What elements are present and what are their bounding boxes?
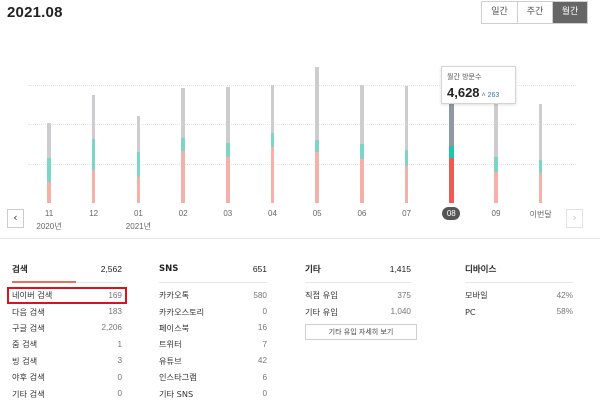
- tooltip-change: ˄ 263: [481, 92, 500, 99]
- chart-prev-button[interactable]: ‹: [7, 209, 24, 228]
- active-underline: [12, 281, 76, 283]
- sns-title: SNS: [159, 264, 179, 274]
- bar-segment-bottom[interactable]: [136, 177, 141, 203]
- x-tick-label[interactable]: 12: [79, 209, 109, 218]
- year-label: 2021년: [125, 222, 151, 231]
- list-item[interactable]: 구글 검색 2,206: [12, 320, 122, 336]
- tooltip-label: 월간 방문수: [447, 73, 482, 81]
- list-item[interactable]: 줌 검색 1: [12, 336, 122, 352]
- section-divider: [0, 238, 600, 239]
- bar-segment-mid[interactable]: [226, 142, 230, 157]
- bar-segment-top[interactable]: [494, 99, 498, 157]
- bar-segment-bottom[interactable]: [315, 151, 319, 203]
- x-tick-label[interactable]: 06: [347, 209, 377, 218]
- bar-segment-top[interactable]: [360, 84, 364, 144]
- chart-tooltip: 월간 방문수 4,628 ˄ 263: [441, 66, 516, 104]
- bar-segment-bottom[interactable]: [448, 158, 454, 203]
- x-tick-label[interactable]: 01: [123, 209, 153, 218]
- bar-segment-mid[interactable]: [404, 150, 409, 166]
- year-label: 2020년: [36, 222, 62, 231]
- bar-segment-bottom[interactable]: [360, 158, 364, 203]
- etc-count: 1,415: [389, 264, 411, 274]
- bar-segment-bottom[interactable]: [47, 182, 51, 203]
- bar-segment-mid[interactable]: [91, 139, 96, 171]
- x-tick-label[interactable]: 11: [34, 209, 64, 218]
- bar-segment-top[interactable]: [404, 86, 409, 151]
- tooltip-value: 4,628: [447, 85, 480, 100]
- bar-segment-top[interactable]: [136, 116, 141, 152]
- list-item[interactable]: 카카오스토리 0: [159, 303, 267, 319]
- x-tick-label[interactable]: 이번달: [526, 209, 556, 220]
- bar-segment-top[interactable]: [91, 94, 96, 140]
- x-tick-label[interactable]: 05: [302, 209, 332, 218]
- device-column: 디바이스 모바일 42% PC 58%: [465, 262, 573, 320]
- bar-segment-mid[interactable]: [538, 159, 543, 174]
- bar-segment-top[interactable]: [47, 123, 51, 159]
- list-item[interactable]: 기타 SNS 0: [159, 385, 267, 401]
- x-tick-label[interactable]: 04: [258, 209, 288, 218]
- bar-segment-mid[interactable]: [360, 143, 364, 159]
- list-item[interactable]: 모바일 42%: [465, 287, 573, 303]
- device-title: 디바이스: [465, 265, 497, 275]
- list-item[interactable]: 인스타그램 6: [159, 369, 267, 385]
- list-item[interactable]: 유튜브 42: [159, 353, 267, 369]
- bar-segment-top[interactable]: [226, 86, 230, 143]
- etc-detail-button[interactable]: 기타 유입 자세히 보기: [305, 323, 417, 340]
- sns-column: SNS 651 카카오톡 580 카카오스토리 0 페이스북 16 트위터 7 유튜브 42…: [159, 262, 267, 402]
- x-tick-label[interactable]: 07: [392, 209, 422, 218]
- bar-segment-bottom[interactable]: [181, 151, 185, 203]
- list-item[interactable]: 카카오톡 580: [159, 287, 267, 303]
- chart-next-button[interactable]: ›: [566, 209, 583, 228]
- highlight-box: [7, 287, 127, 304]
- bar-segment-bottom[interactable]: [270, 147, 275, 203]
- list-item[interactable]: 다음 검색 183: [12, 303, 122, 319]
- list-item[interactable]: 기타 검색 0: [12, 385, 122, 401]
- bar-segment-mid[interactable]: [270, 133, 275, 148]
- list-item[interactable]: 기타 유입 1,040: [305, 303, 411, 319]
- search-title: 검색: [12, 265, 28, 275]
- list-item[interactable]: 야후 검색 0: [12, 369, 122, 385]
- list-item[interactable]: 트위터 7: [159, 336, 267, 352]
- visitor-bar-chart: 11 2020년 12 01 2021년 02 03 04 05 06 07 08 09 이번달: [0, 0, 600, 240]
- x-tick-label-selected[interactable]: 08: [442, 207, 461, 220]
- bar-segment-bottom[interactable]: [494, 171, 498, 203]
- search-count: 2,562: [100, 264, 122, 274]
- list-item[interactable]: PC 58%: [465, 303, 573, 319]
- bar-segment-bottom[interactable]: [226, 156, 230, 203]
- x-tick-label[interactable]: 03: [213, 209, 243, 218]
- bar-segment-mid[interactable]: [448, 146, 454, 159]
- search-column: 검색 2,562 네이버 검색 169 다음 검색 183 구글 검색 2,206 줌 …: [12, 262, 122, 402]
- bar-segment-top[interactable]: [315, 66, 319, 140]
- etc-column: 기타 1,415 직접 유입 375 기타 유입 1,040 기타 유입 자세히 보기: [305, 262, 417, 340]
- list-item[interactable]: 빙 검색 3: [12, 353, 122, 369]
- x-tick-label[interactable]: 09: [481, 209, 511, 218]
- bar-segment-mid[interactable]: [47, 158, 51, 183]
- bar-segment-mid[interactable]: [136, 151, 141, 178]
- bar-segment-mid[interactable]: [315, 139, 319, 152]
- etc-title: 기타: [305, 265, 321, 275]
- x-tick-label[interactable]: 02: [168, 209, 198, 218]
- bar-segment-mid[interactable]: [181, 138, 185, 152]
- bar-segment-bottom[interactable]: [404, 165, 409, 203]
- bar-segment-bottom[interactable]: [538, 173, 543, 203]
- bar-segment-bottom[interactable]: [91, 170, 96, 203]
- bar-segment-top[interactable]: [538, 103, 543, 160]
- sns-count: 651: [252, 264, 267, 274]
- list-item[interactable]: 페이스북 16: [159, 320, 267, 336]
- bar-segment-top[interactable]: [270, 84, 275, 134]
- bar-segment-top[interactable]: [181, 87, 185, 139]
- list-item[interactable]: 직접 유입 375: [305, 287, 411, 303]
- bar-segment-mid[interactable]: [494, 156, 498, 172]
